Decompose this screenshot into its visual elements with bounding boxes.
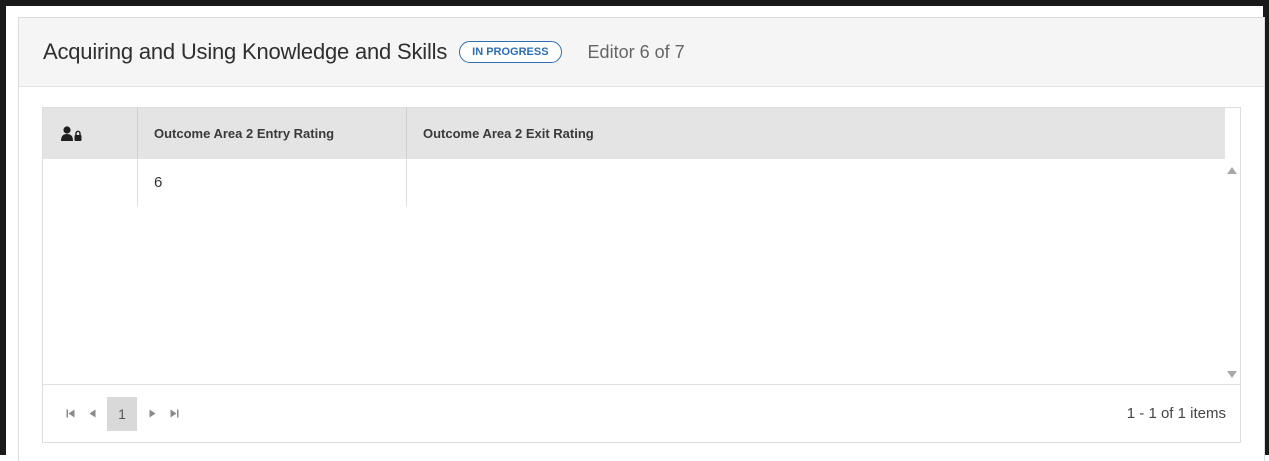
- previous-page-icon: [89, 409, 95, 418]
- exit-rating-cell[interactable]: [406, 159, 408, 206]
- last-page-icon: [170, 409, 178, 418]
- grid-body: 6: [43, 159, 1225, 384]
- editor-count: Editor 6 of 7: [587, 41, 685, 62]
- previous-page-button[interactable]: [81, 397, 103, 431]
- pager: 1 1 - 1 of 1 items: [43, 384, 1240, 442]
- page-title: Acquiring and Using Knowledge and Skills: [43, 39, 448, 64]
- scroll-down-arrow-icon[interactable]: [1227, 371, 1237, 378]
- page-number-current[interactable]: 1: [107, 396, 137, 431]
- column-header-label: Outcome Area 2 Entry Rating: [154, 126, 335, 141]
- first-page-icon: [66, 409, 74, 418]
- status-badge: IN PROGRESS: [459, 41, 562, 63]
- user-lock-icon: [61, 125, 83, 142]
- last-page-button[interactable]: [163, 397, 185, 431]
- column-header-exit-rating[interactable]: Outcome Area 2 Exit Rating: [406, 108, 1225, 159]
- pager-info: 1 - 1 of 1 items: [1126, 405, 1226, 422]
- first-page-button[interactable]: [59, 397, 81, 431]
- data-grid: Outcome Area 2 Entry Rating Outcome Area…: [42, 107, 1241, 443]
- editor-panel: Acquiring and Using Knowledge and Skills…: [18, 17, 1265, 461]
- next-page-icon: [149, 409, 155, 418]
- column-header-entry-rating[interactable]: Outcome Area 2 Entry Rating: [137, 108, 406, 159]
- column-header-label: Outcome Area 2 Exit Rating: [423, 126, 594, 141]
- window-frame: Acquiring and Using Knowledge and Skills…: [0, 0, 1269, 461]
- column-header-lock[interactable]: [43, 108, 137, 159]
- scroll-up-arrow-icon[interactable]: [1227, 167, 1237, 174]
- lock-cell: [43, 159, 137, 206]
- table-row[interactable]: 6: [43, 159, 1225, 206]
- vertical-scrollbar[interactable]: [1223, 159, 1240, 384]
- grid-header-row: Outcome Area 2 Entry Rating Outcome Area…: [43, 108, 1225, 159]
- panel-header: Acquiring and Using Knowledge and Skills…: [19, 18, 1264, 87]
- entry-rating-cell[interactable]: 6: [137, 159, 406, 206]
- next-page-button[interactable]: [141, 397, 163, 431]
